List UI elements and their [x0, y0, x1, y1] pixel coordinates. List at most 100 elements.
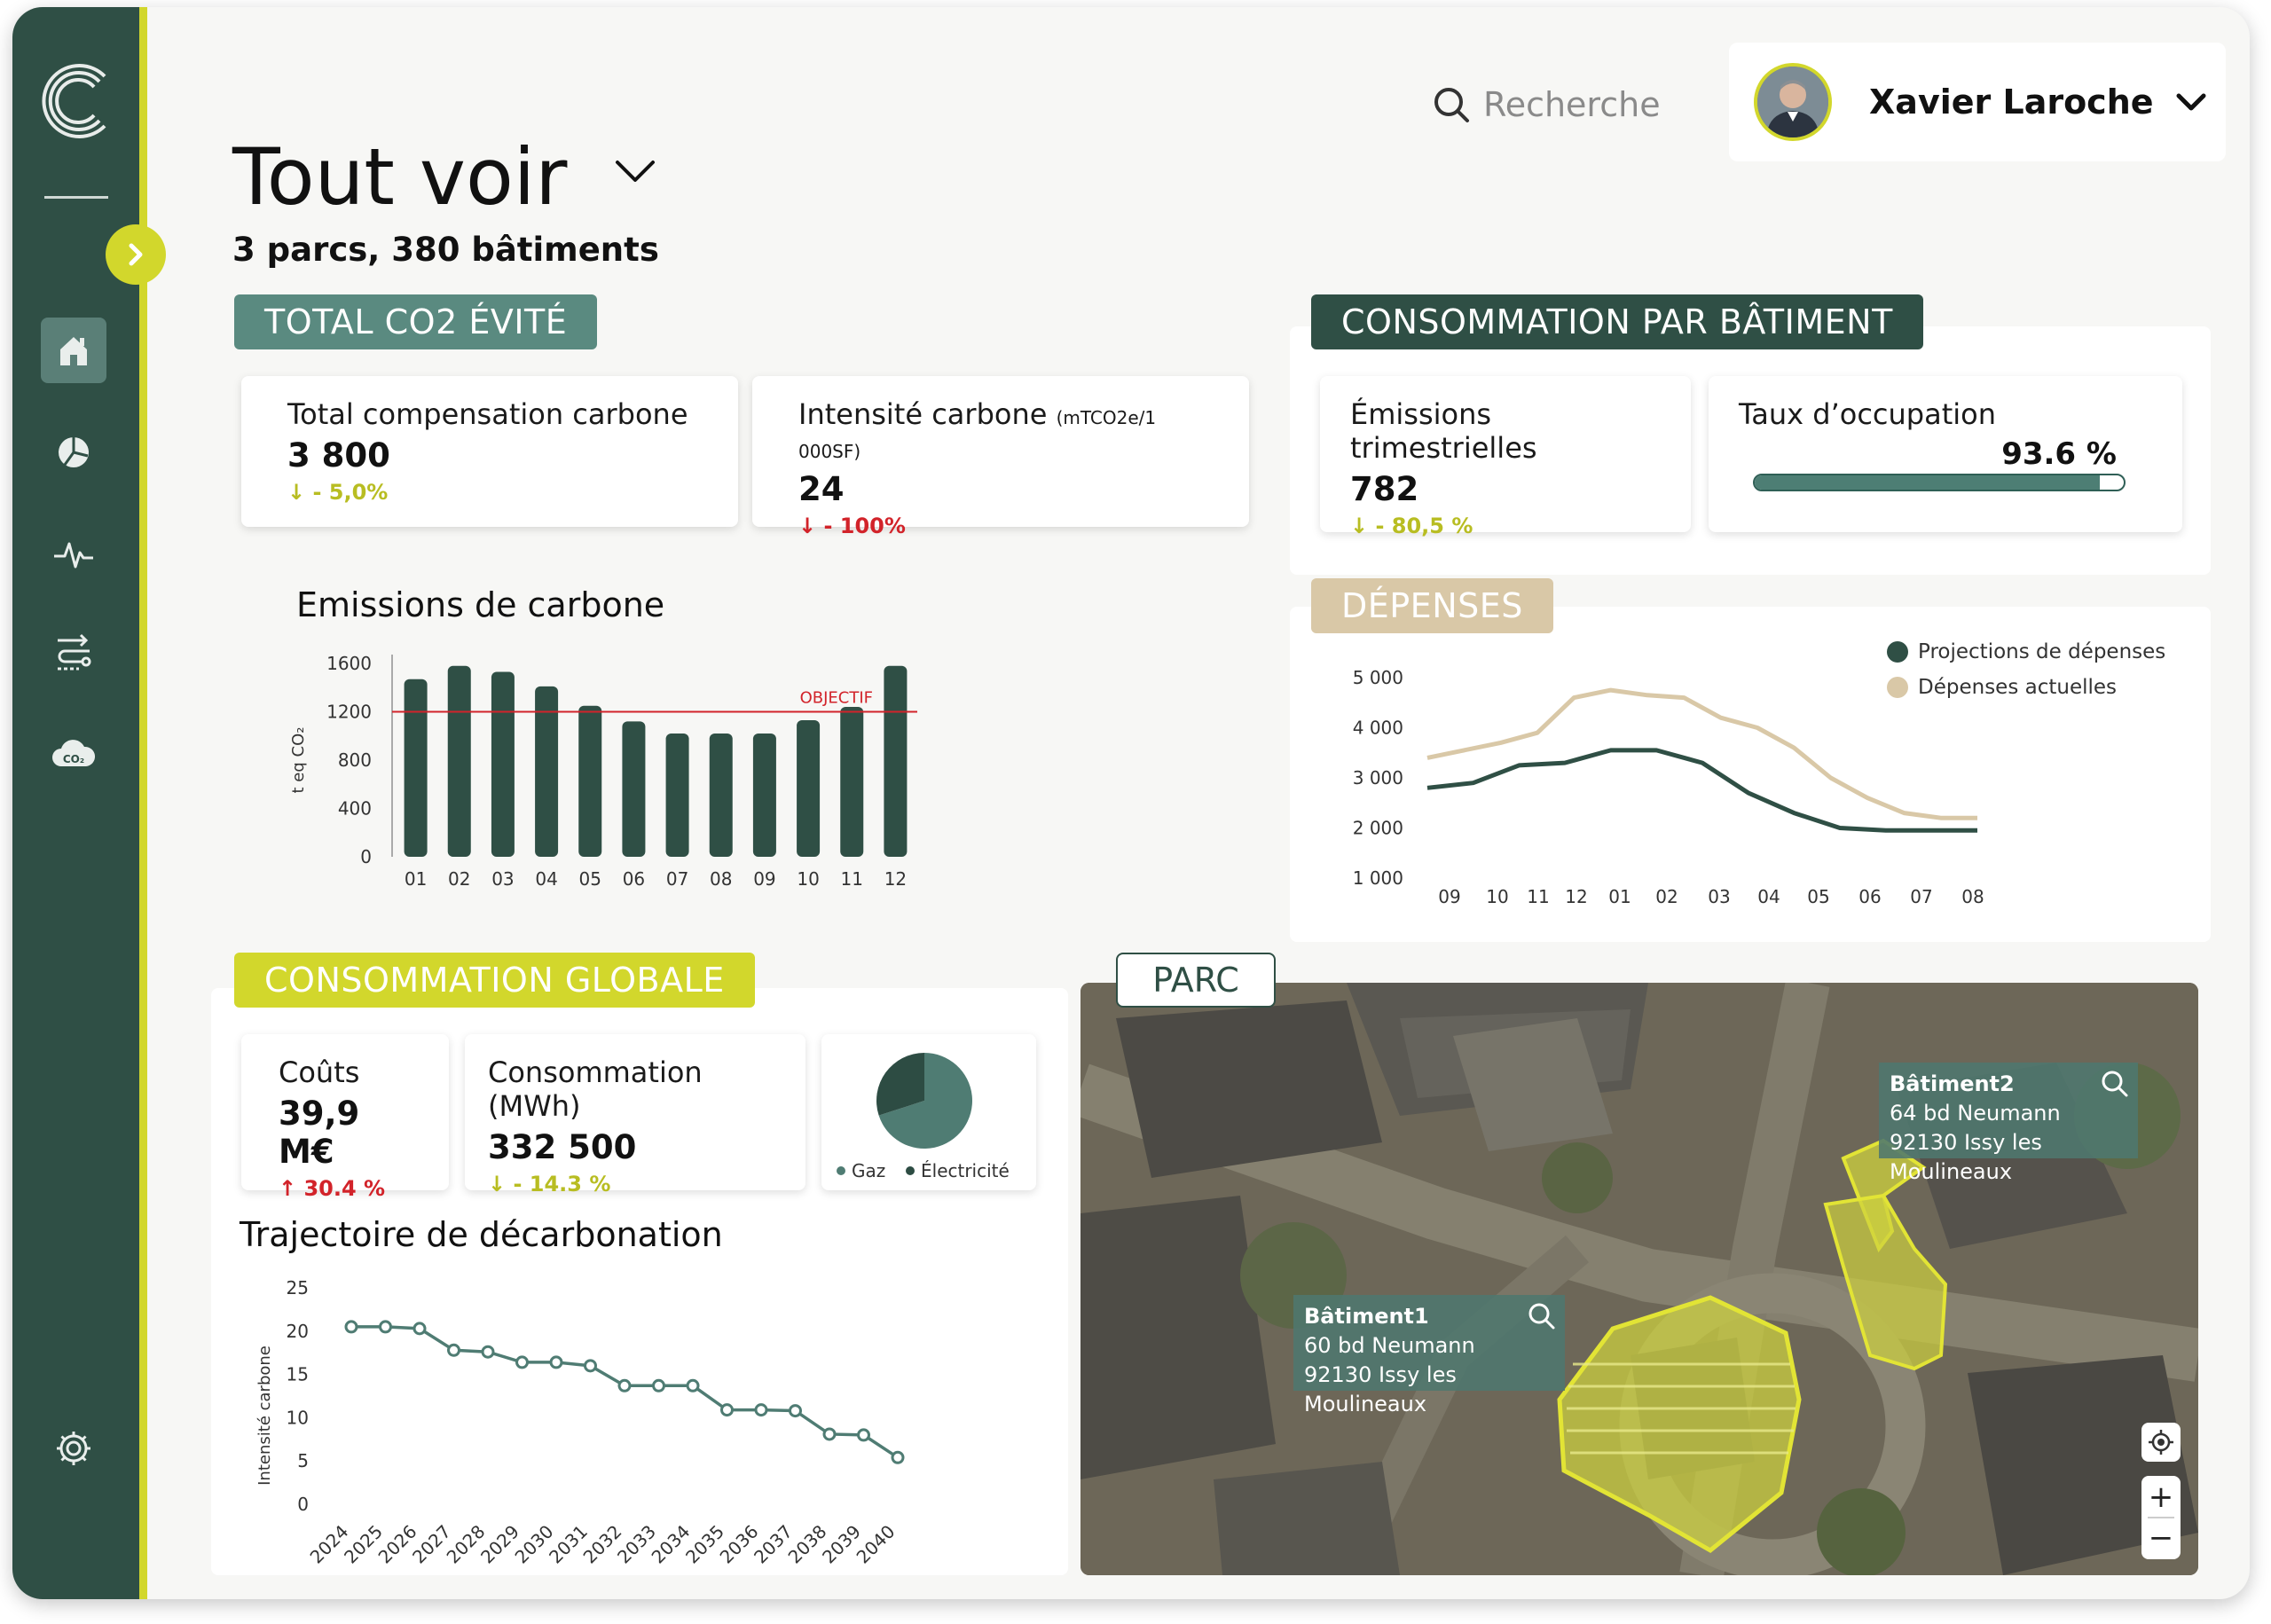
zoom-in-button[interactable]: +	[2149, 1478, 2174, 1517]
card-total-compensation: Total compensation carbone 3 800 ↓ - 5,0…	[241, 376, 738, 527]
x-tick-label: 07	[666, 868, 688, 890]
y-tick-label: 20	[287, 1321, 309, 1342]
y-tick-label: 1600	[326, 653, 372, 674]
search-box[interactable]: Recherche	[1432, 78, 1661, 131]
card-label: Intensité carbone (mTCO2e/1 000SF)	[798, 397, 1203, 465]
sidebar-divider	[44, 196, 108, 199]
legend-label: Électricité	[921, 1160, 1010, 1181]
energy-mix-pie-chart: Gaz Électricité	[837, 1053, 1010, 1181]
data-point	[686, 1378, 700, 1393]
y-tick-label: 1 000	[1353, 867, 1403, 889]
building1-info[interactable]: Bâtiment1 60 bd Neumann 92130 Issy les M…	[1293, 1295, 1565, 1416]
card-quarterly-emissions: Émissions trimestrielles 782 ↓ - 80,5 %	[1320, 376, 1691, 538]
x-tick-label: 2027	[408, 1521, 455, 1568]
avatar-image	[1757, 67, 1828, 137]
pie-chart-icon	[59, 437, 89, 467]
card-carbon-intensity: Intensité carbone (mTCO2e/1 000SF) 24 ↓ …	[752, 376, 1249, 538]
sidebar-item-activity[interactable]	[41, 522, 106, 587]
x-tick-label: 2026	[374, 1521, 421, 1568]
x-tick-label: 08	[710, 868, 732, 890]
sidebar-item-home[interactable]	[41, 318, 106, 383]
expand-sidebar-button[interactable]	[106, 224, 166, 285]
x-tick-label: 2025	[340, 1521, 387, 1568]
x-tick-label: 2028	[443, 1521, 490, 1568]
x-tick-label: 09	[753, 868, 775, 890]
building2-name: Bâtiment2	[1890, 1071, 2015, 1096]
section-tag-co2: TOTAL CO2 ÉVITÉ	[234, 294, 598, 349]
x-tick-label: 04	[1757, 886, 1780, 907]
search-icon[interactable]	[2101, 1070, 2129, 1098]
co2-cloud-icon: CO₂	[52, 740, 96, 766]
x-tick-label: 01	[1608, 886, 1631, 907]
x-tick-label: 2035	[681, 1521, 728, 1568]
y-tick-label: 0	[297, 1494, 309, 1515]
bar	[797, 720, 821, 857]
card-delta: ↓ - 100%	[798, 514, 906, 538]
data-point	[379, 1320, 392, 1334]
card-delta: ↑ 30.4 %	[279, 1176, 386, 1201]
y-tick-label: 4 000	[1353, 718, 1403, 739]
card-value: 93.6 %	[2001, 436, 2117, 472]
park-map[interactable]: Bâtiment2 64 bd Neumann 92130 Issy les M…	[1080, 983, 2198, 1575]
x-tick-label: 04	[535, 868, 557, 890]
series-line	[1426, 748, 1977, 833]
building2-info[interactable]: Bâtiment2 64 bd Neumann 92130 Issy les M…	[1879, 1063, 2138, 1184]
x-tick-label: 07	[1910, 886, 1932, 907]
legend-swatch	[1887, 641, 1908, 663]
bar	[447, 665, 471, 857]
y-tick-label: 10	[287, 1407, 309, 1428]
chevron-down-icon[interactable]	[2175, 91, 2207, 113]
card-label: Taux d’occupation	[1739, 397, 1996, 431]
card-delta: ↓ - 80,5 %	[1350, 514, 1473, 538]
x-tick-label: 12	[1565, 886, 1587, 907]
sidebar-item-co2[interactable]: CO₂	[41, 721, 106, 787]
card-value: 39,9 M€	[279, 1094, 360, 1171]
objective-label: OBJECTIF	[800, 689, 873, 708]
x-tick-label: 08	[1961, 886, 1984, 907]
x-tick-label: 11	[1527, 886, 1549, 907]
data-point	[549, 1355, 563, 1369]
bar	[709, 734, 733, 857]
x-tick-label: 2036	[716, 1521, 763, 1568]
y-tick-label: 25	[287, 1277, 309, 1298]
legend-swatch	[1887, 677, 1908, 698]
bar	[752, 734, 776, 857]
user-menu[interactable]: Xavier Laroche	[1729, 43, 2226, 161]
data-point	[857, 1428, 870, 1442]
sidebar-item-flows[interactable]	[41, 619, 106, 685]
y-tick-label: 800	[338, 749, 372, 771]
card-value: 782	[1350, 470, 1419, 508]
x-tick-label: 09	[1438, 886, 1460, 907]
card-label: Émissions trimestrielles	[1350, 397, 1537, 465]
user-name: Xavier Laroche	[1869, 82, 2154, 122]
x-tick-label: 2033	[613, 1521, 660, 1568]
settings-button[interactable]	[41, 1416, 106, 1481]
x-tick-label: 2038	[784, 1521, 831, 1568]
x-tick-label: 2039	[818, 1521, 865, 1568]
zoom-controls: + −	[2141, 1476, 2181, 1559]
locate-button[interactable]	[2141, 1423, 2181, 1462]
building1-city: 92130 Issy les Moulineaux	[1304, 1362, 1457, 1416]
x-tick-label: 2032	[579, 1521, 626, 1568]
y-tick-label: 400	[338, 798, 372, 820]
emissions-chart-title: Emissions de carbone	[296, 585, 665, 624]
sidebar-item-analytics[interactable]	[41, 420, 106, 485]
data-point	[481, 1345, 495, 1359]
x-tick-label: 2034	[648, 1521, 695, 1568]
card-value: 24	[798, 470, 845, 508]
card-label: Total compensation carbone	[287, 397, 688, 431]
search-icon[interactable]	[1528, 1302, 1556, 1330]
search-icon	[1434, 88, 1469, 122]
data-point	[447, 1343, 460, 1357]
avatar	[1754, 63, 1832, 141]
legend-swatch	[837, 1166, 845, 1175]
activity-icon	[54, 542, 93, 569]
zoom-out-button[interactable]: −	[2149, 1518, 2174, 1557]
data-point	[413, 1322, 427, 1336]
data-point	[891, 1450, 905, 1464]
gear-icon	[57, 1432, 90, 1465]
search-input[interactable]: Recherche	[1483, 85, 1661, 124]
page-title: Tout voir	[232, 131, 568, 223]
x-tick-label: 02	[1655, 886, 1678, 907]
view-selector-chevron-icon[interactable]	[614, 158, 656, 184]
